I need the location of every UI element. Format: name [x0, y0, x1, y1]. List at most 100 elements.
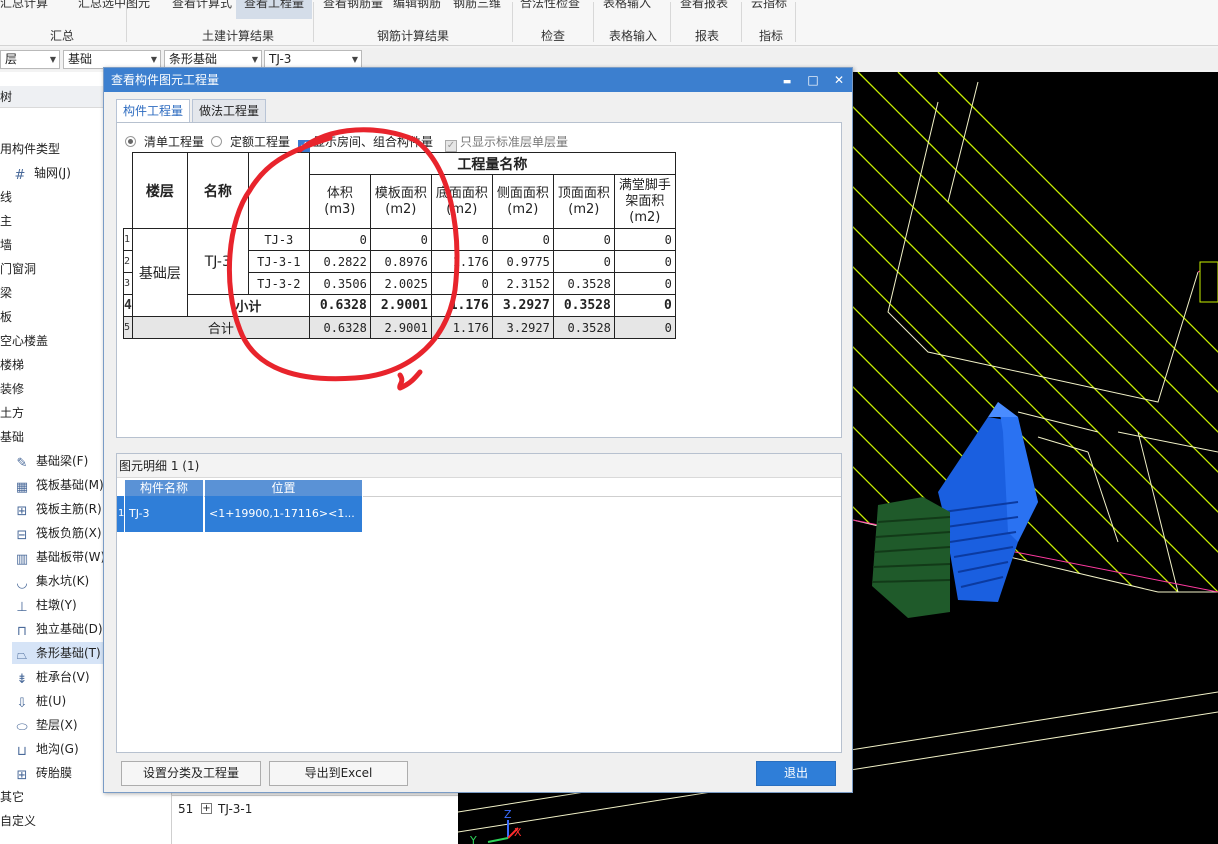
- dialog-title[interactable]: 查看构件图元工程量: [104, 68, 852, 92]
- top-area-cell: 0: [552, 250, 615, 273]
- set-classification-button[interactable]: 设置分类及工程量: [121, 761, 261, 786]
- tree-item-label: 基础梁(F): [36, 454, 89, 468]
- strip-footing-icon: ⏢: [16, 648, 28, 663]
- subtotal-row[interactable]: 4 小计 0.6328 2.9001 1.176 3.2927 0.3528 0: [123, 294, 676, 317]
- col-bottom-area-header: 底面面积(m2): [430, 174, 493, 229]
- tree-item-axis-grid[interactable]: # 轴网(J): [12, 162, 71, 184]
- ribbon-item-legality-check[interactable]: 合法性检查: [520, 0, 580, 11]
- strip-footing-blue: [938, 402, 1038, 602]
- floor-selector-value: 层: [5, 52, 18, 66]
- tree-item-earthwork[interactable]: 土方: [0, 402, 24, 424]
- checkbox-checked-icon: ✓: [298, 140, 310, 152]
- element-detail-header: 图元明细 1 (1): [117, 454, 841, 478]
- tree-item-label: 用构件类型: [0, 142, 61, 156]
- ribbon-item-view-report[interactable]: 查看报表: [680, 0, 728, 11]
- tree-item-label: 筏板主筋(R): [36, 502, 102, 516]
- chevron-down-icon: ▼: [49, 55, 56, 64]
- tree-item-line[interactable]: 线: [0, 186, 12, 208]
- volume-cell: 0.6328: [308, 316, 371, 339]
- tree-item-sump-pit[interactable]: ◡ 集水坑(K): [14, 570, 89, 592]
- side-area-cell: 2.3152: [491, 272, 554, 295]
- quota-qty-label: 定额工程量: [230, 135, 291, 149]
- close-icon: ✕: [833, 73, 845, 87]
- exit-button[interactable]: 退出: [756, 761, 836, 786]
- list-qty-radio[interactable]: 清单工程量: [125, 133, 204, 150]
- tab-method-qty[interactable]: 做法工程量: [192, 99, 267, 123]
- tree-item-trench[interactable]: ⊔ 地沟(G): [14, 738, 79, 760]
- tree-item-pile[interactable]: ⇩ 桩(U): [14, 690, 67, 712]
- maximize-button[interactable]: □: [800, 68, 826, 92]
- ribbon-item-view-rebar[interactable]: 查看钢筋量: [323, 0, 383, 11]
- raft-icon: ▦: [15, 480, 29, 495]
- col-component-name-header[interactable]: 构件名称: [125, 480, 204, 496]
- tree-item-label: 柱墩(Y): [36, 598, 77, 612]
- close-button[interactable]: ✕: [826, 68, 852, 92]
- pier-icon: ⊥: [16, 600, 28, 615]
- radio-icon: [125, 136, 136, 147]
- tree-item-wall[interactable]: 墙: [0, 234, 12, 256]
- total-row[interactable]: 5 合计 0.6328 2.9001 1.176 3.2927 0.3528 0: [123, 316, 676, 339]
- tree-item-foundation[interactable]: 基础: [0, 426, 24, 448]
- quota-qty-radio[interactable]: 定额工程量: [211, 133, 290, 150]
- list-qty-label: 清单工程量: [144, 135, 205, 149]
- tree-item-custom[interactable]: 自定义: [0, 810, 36, 832]
- tree-item-foundation-beam[interactable]: ✎ 基础梁(F): [14, 450, 89, 472]
- tree-item-slab[interactable]: 板: [0, 306, 12, 328]
- checkbox-checked-icon: ✓: [445, 140, 457, 152]
- chevron-down-icon: ▼: [351, 55, 358, 64]
- tree-item-pile-cap[interactable]: ⇟ 桩承台(V): [14, 666, 90, 688]
- name-cell: TJ-3-1: [247, 250, 310, 273]
- tree-item-strip-footing[interactable]: ⏢ 条形基础(T): [12, 642, 104, 664]
- tree-item-stairs[interactable]: 楼梯: [0, 354, 24, 376]
- brick-mold-icon: ⊞: [16, 768, 28, 783]
- pile-cap-icon: ⇟: [16, 672, 28, 687]
- pencil-icon: ✎: [16, 456, 28, 471]
- ribbon-item-summary-calc[interactable]: 汇总计算: [0, 0, 48, 11]
- ribbon-item-cloud-index[interactable]: 云指标: [751, 0, 787, 11]
- minimize-button[interactable]: ▬: [774, 68, 800, 92]
- tree-item-label: 轴网(J): [34, 166, 71, 180]
- tree-item-common-types[interactable]: 用构件类型: [0, 138, 60, 160]
- ribbon-item-view-qty[interactable]: 查看工程量: [236, 0, 313, 19]
- tree-item-foundation-strip[interactable]: ▥ 基础板带(W): [14, 546, 105, 568]
- tree-item-cushion[interactable]: ⬭ 垫层(X): [14, 714, 77, 736]
- ribbon-item-view-formula[interactable]: 查看计算式: [172, 0, 232, 11]
- tree-item-other[interactable]: 其它: [0, 786, 24, 808]
- ribbon-item-table-input[interactable]: 表格输入: [603, 0, 651, 11]
- type-selector-value: 条形基础: [169, 52, 218, 66]
- axis-x-label: X: [514, 826, 522, 839]
- tree-item-raft-main-rebar[interactable]: ⊞ 筏板主筋(R): [14, 498, 102, 520]
- bottom-area-cell: 0: [430, 272, 493, 295]
- tree-item-hollow-floor[interactable]: 空心楼盖: [0, 330, 48, 352]
- tree-item-raft-foundation[interactable]: ▦ 筏板基础(M): [14, 474, 104, 496]
- ribbon-item-edit-rebar[interactable]: 编辑钢筋: [393, 0, 441, 11]
- table-row[interactable]: 1 基础层 TJ-3 TJ-3 0 0 0 0 0 0: [123, 228, 676, 317]
- tab-component-qty[interactable]: 构件工程量: [116, 99, 191, 124]
- tree-item-column-pier[interactable]: ⊥ 柱墩(Y): [14, 594, 77, 616]
- tree-item-isolated-footing[interactable]: ⊓ 独立基础(D): [14, 618, 103, 640]
- tree-item-beam[interactable]: 梁: [0, 282, 12, 304]
- floor-selector[interactable]: 层 ▼: [0, 50, 60, 69]
- ribbon-group-rebar-results: 钢筋计算结果: [377, 29, 450, 43]
- tree-item-column[interactable]: 主: [0, 210, 12, 232]
- ribbon-item-rebar-3d[interactable]: 钢筋三维: [453, 0, 501, 11]
- expand-icon[interactable]: +: [201, 803, 212, 814]
- col-position-header[interactable]: 位置: [205, 480, 363, 496]
- std-floor-checkbox[interactable]: ✓ 只显示标准层单层量: [445, 133, 568, 152]
- export-excel-button[interactable]: 导出到Excel: [269, 761, 408, 786]
- tree-item-label: 筏板基础(M): [36, 478, 104, 492]
- tree-item-decoration[interactable]: 装修: [0, 378, 24, 400]
- list-item[interactable]: 51 + TJ-3-1: [172, 798, 458, 820]
- tree-item-label: 土方: [0, 406, 25, 420]
- tree-item-raft-neg-rebar[interactable]: ⊟ 筏板负筋(X): [14, 522, 102, 544]
- show-rooms-checkbox[interactable]: ✓ 显示房间、组合构件量: [298, 133, 433, 152]
- tree-item-openings[interactable]: 门窗洞: [0, 258, 36, 280]
- side-area-cell: 0.9775: [491, 250, 554, 273]
- element-name-cell[interactable]: TJ-3: [125, 496, 204, 532]
- tree-item-label: 地沟(G): [36, 742, 79, 756]
- row-number: 51: [178, 802, 194, 816]
- tree-item-brick-mold[interactable]: ⊞ 砖胎膜: [14, 762, 72, 784]
- element-position-cell[interactable]: <1+19900,1-17116><1...: [205, 496, 363, 532]
- ribbon-item-summary-selected[interactable]: 汇总选中图元: [78, 0, 150, 11]
- col-formwork-header: 模板面积(m2): [369, 174, 432, 229]
